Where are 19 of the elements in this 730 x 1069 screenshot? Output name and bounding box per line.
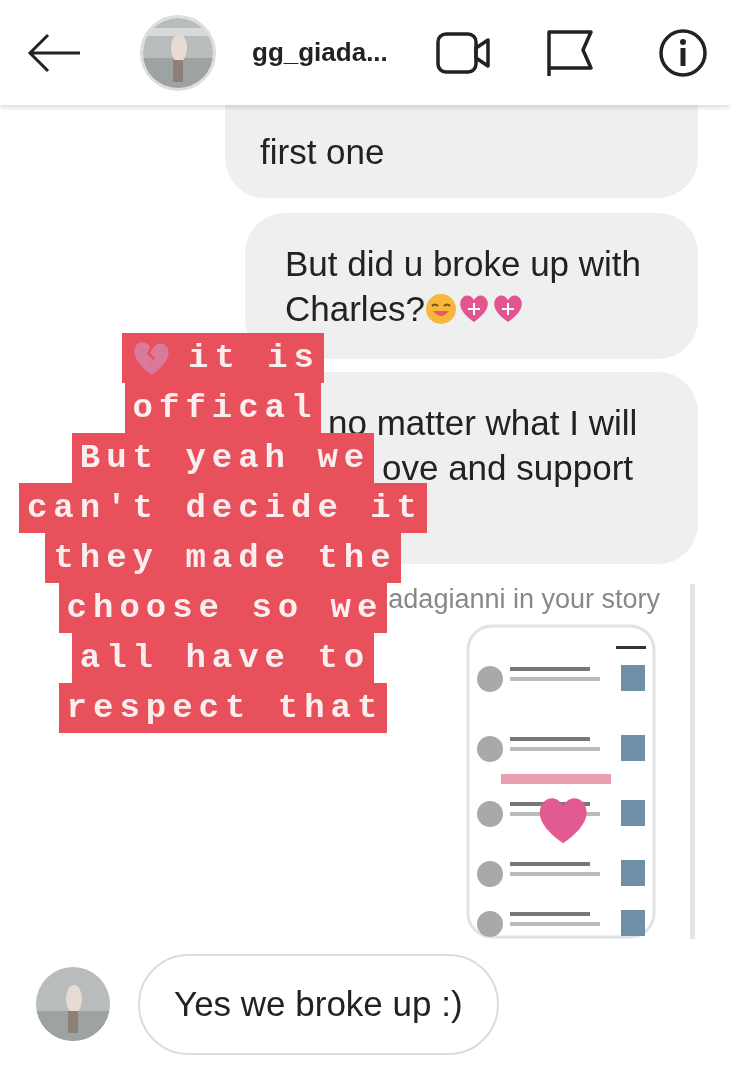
message-text: Charles?	[285, 288, 426, 330]
sticker-text: all have to	[71, 633, 375, 683]
message-text: first one	[260, 131, 386, 173]
sticker-text: can't decide it	[18, 483, 428, 533]
message-text: But did u broke up with	[285, 243, 643, 285]
sticker-text: it is	[188, 338, 320, 379]
sticker-text: But yeah we	[71, 433, 375, 483]
sticker-text: offical	[124, 383, 322, 433]
story-reply-label: adagianni in your story	[388, 584, 660, 614]
sticker-text: respect that	[58, 683, 388, 733]
smiling-face-icon	[425, 292, 458, 325]
sticker-text: they made the	[45, 533, 401, 583]
info-icon[interactable]	[658, 27, 708, 78]
video-call-icon[interactable]	[436, 29, 492, 76]
sticker-text: choose so we	[58, 583, 388, 633]
back-icon[interactable]	[26, 32, 82, 73]
username[interactable]: gg_giada...	[252, 33, 388, 72]
flag-icon[interactable]	[546, 27, 594, 78]
message-bubble: Yes we broke up :)	[138, 954, 499, 1055]
